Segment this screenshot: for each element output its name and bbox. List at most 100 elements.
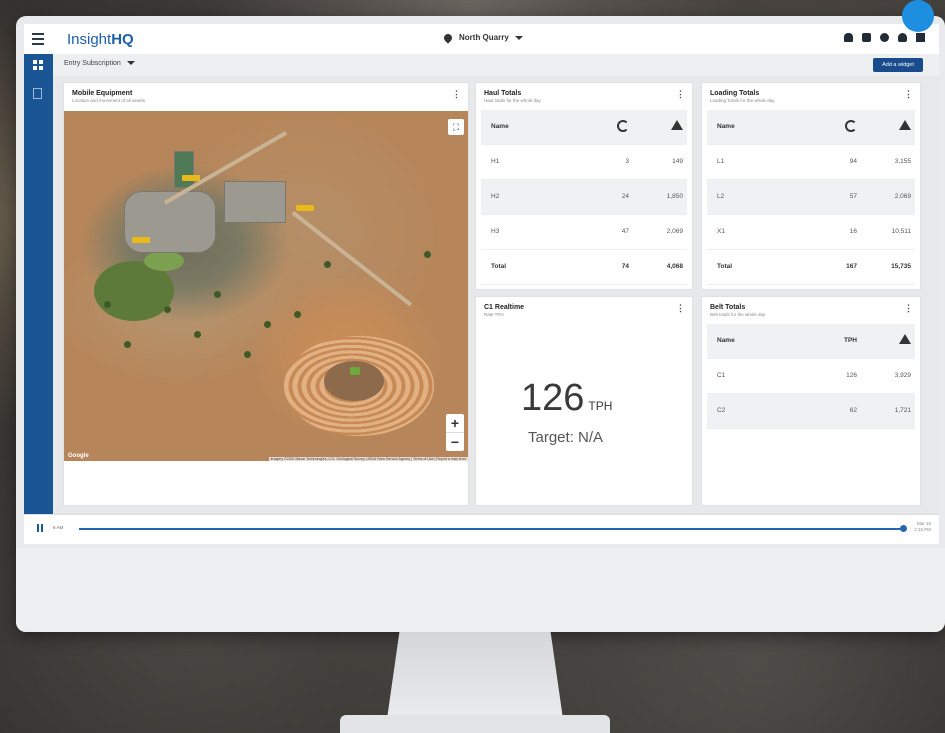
fullscreen-icon[interactable]: ⛶ xyxy=(448,119,464,135)
widget-menu-icon[interactable]: ⋮ xyxy=(676,303,685,314)
tree xyxy=(104,301,111,308)
pause-icon[interactable] xyxy=(37,524,43,532)
widget-subtitle: Belt totals for the whole day xyxy=(710,312,766,317)
row-tonnes: 3,929 xyxy=(894,372,911,379)
haul-totals-widget: Haul Totals Haul totals for the whole da… xyxy=(475,82,693,290)
top-icons xyxy=(844,33,925,42)
row-name: H2 xyxy=(491,193,500,200)
zoom-in-button[interactable]: + xyxy=(446,414,464,433)
row-name: H3 xyxy=(491,228,500,235)
widget-menu-icon[interactable]: ⋮ xyxy=(904,303,913,314)
total-tonnes: 15,735 xyxy=(891,263,911,270)
apps-icon[interactable] xyxy=(916,33,925,42)
table-row[interactable]: X1 16 10,511 xyxy=(707,215,915,250)
widget-title: Mobile Equipment xyxy=(72,90,133,97)
row-name: L2 xyxy=(717,193,725,200)
table-row[interactable]: H1 3 149 xyxy=(481,145,687,180)
mobile-equipment-widget: Mobile Equipment Location and movement o… xyxy=(63,82,469,506)
site-selector[interactable]: North Quarry xyxy=(442,32,523,44)
help-icon[interactable] xyxy=(880,33,889,42)
table-row[interactable]: C1 126 3,929 xyxy=(707,359,915,394)
timeline-bar: 6 AM Mar 15 2:15 PM xyxy=(24,514,939,544)
row-count: 24 xyxy=(621,193,629,200)
refresh-icon[interactable] xyxy=(845,120,857,134)
facility xyxy=(174,151,194,188)
column-header-tph: TPH xyxy=(844,337,857,344)
widget-menu-icon[interactable]: ⋮ xyxy=(452,89,461,100)
widget-title: Belt Totals xyxy=(710,304,746,311)
total-count: 74 xyxy=(621,263,629,270)
belt-totals-widget: Belt Totals Belt totals for the whole da… xyxy=(701,296,921,506)
table-row[interactable]: H2 24 1,850 xyxy=(481,180,687,215)
bell-icon[interactable] xyxy=(844,33,853,42)
widget-menu-icon[interactable]: ⋮ xyxy=(904,89,913,100)
column-header-name: Name xyxy=(717,123,735,130)
tree xyxy=(424,251,431,258)
row-count: 16 xyxy=(849,228,857,235)
realtime-number: 126 xyxy=(521,377,585,419)
row-tonnes: 2,069 xyxy=(894,193,911,200)
timeline-handle[interactable] xyxy=(900,525,907,532)
truck-icon[interactable] xyxy=(296,205,314,211)
monitor-stand-base xyxy=(340,715,610,733)
row-tonnes: 2,069 xyxy=(666,228,683,235)
column-header-name: Name xyxy=(717,337,735,344)
widget-menu-icon[interactable]: ⋮ xyxy=(676,89,685,100)
load-icon xyxy=(671,120,683,132)
widget-subtitle: Haul totals for the whole day xyxy=(484,98,541,103)
widget-title: Loading Totals xyxy=(710,90,760,97)
site-name: North Quarry xyxy=(459,33,509,42)
row-count: 47 xyxy=(621,228,629,235)
widget-title: C1 Realtime xyxy=(484,304,525,311)
map-attribution[interactable]: Imagery ©2021 Maxar Technologies, U.S. G… xyxy=(268,457,468,461)
table-row[interactable]: L2 57 2,069 xyxy=(707,180,915,215)
app-logo[interactable]: InsightHQ xyxy=(67,31,134,48)
timeline-slider[interactable] xyxy=(79,528,904,530)
loading-totals-widget: Loading Totals Loading Totals for the wh… xyxy=(701,82,921,290)
tree xyxy=(194,331,201,338)
dashboard-icon[interactable] xyxy=(33,60,43,70)
table-row[interactable]: L1 94 3,155 xyxy=(707,145,915,180)
subscription-selector[interactable]: Entry Subscription xyxy=(64,60,135,67)
row-count: 57 xyxy=(849,193,857,200)
realtime-target: Target: N/A xyxy=(528,429,604,446)
row-tonnes: 1,721 xyxy=(894,407,911,414)
sub-header: Entry Subscription ⋮ Add a widget xyxy=(53,54,939,76)
menu-icon[interactable] xyxy=(32,33,44,48)
table-header: Name xyxy=(707,110,915,145)
document-icon[interactable] xyxy=(33,88,42,99)
logo-plain: Insight xyxy=(67,31,112,48)
timeline-start-label: 6 AM xyxy=(53,525,64,530)
logo-bold: HQ xyxy=(111,31,134,48)
sidebar xyxy=(24,54,53,514)
timeline-end-time: 2:15 PM xyxy=(914,527,931,532)
total-count: 167 xyxy=(846,263,857,270)
total-label: Total xyxy=(491,263,507,270)
tree xyxy=(214,291,221,298)
zoom-out-button[interactable]: − xyxy=(446,433,464,451)
belt-table: Name TPH C1 126 3,929 C2 62 1,721 xyxy=(707,324,915,429)
total-tonnes: 4,068 xyxy=(666,263,683,270)
tree xyxy=(244,351,251,358)
truck-icon[interactable] xyxy=(182,175,200,181)
row-tonnes: 3,155 xyxy=(894,158,911,165)
row-count: 94 xyxy=(849,158,857,165)
widget-subtitle: Location and movement of all assets xyxy=(72,98,146,103)
facility xyxy=(224,181,286,223)
loader-icon[interactable] xyxy=(350,367,360,375)
total-label: Total xyxy=(717,263,733,270)
truck-icon[interactable] xyxy=(132,237,150,243)
table-row[interactable]: H3 47 2,069 xyxy=(481,215,687,250)
table-row[interactable]: C2 62 1,721 xyxy=(707,394,915,429)
column-header-name: Name xyxy=(491,123,509,130)
subscription-label: Entry Subscription xyxy=(64,60,121,67)
chevron-down-icon xyxy=(126,61,135,66)
equipment-map[interactable]: ⛶ + − Google Imagery ©2021 Maxar Technol… xyxy=(64,111,468,461)
add-widget-button[interactable]: Add a widget xyxy=(873,58,923,72)
user-icon[interactable] xyxy=(898,33,907,42)
tree xyxy=(164,306,171,313)
message-icon[interactable] xyxy=(862,33,871,42)
refresh-icon[interactable] xyxy=(617,120,629,134)
vegetation xyxy=(144,251,184,271)
table-total-row: Total 167 15,735 xyxy=(707,250,915,285)
